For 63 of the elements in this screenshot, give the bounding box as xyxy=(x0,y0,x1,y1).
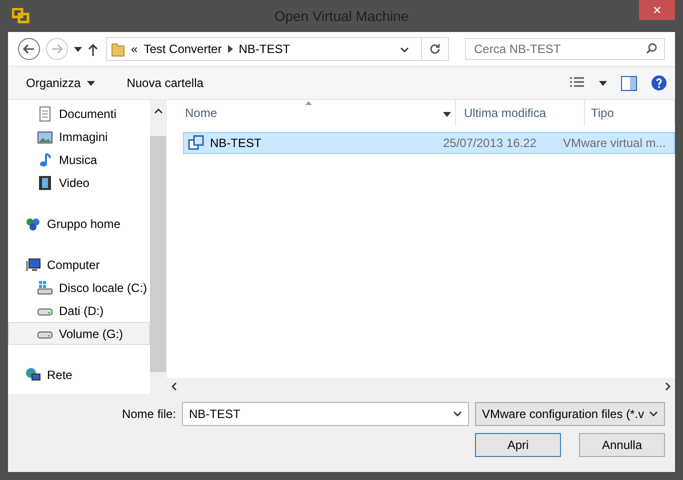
type-cell: VMware virtual m... xyxy=(563,136,666,150)
column-header[interactable]: Ultima modifica xyxy=(456,100,585,126)
back-button[interactable] xyxy=(18,38,40,60)
computer-icon xyxy=(25,256,41,272)
film-icon xyxy=(37,174,53,190)
caret-icon xyxy=(86,80,95,86)
caret-icon xyxy=(74,46,82,52)
cancel-button[interactable]: Annulla xyxy=(579,433,665,457)
breadcrumb[interactable]: Test Converter xyxy=(144,42,222,56)
file-type-dropdown[interactable]: VMware configuration files (*.v xyxy=(475,402,665,426)
date-cell-text: 25/07/2013 16.22 xyxy=(443,136,538,150)
document-icon xyxy=(37,106,53,122)
drive-icon xyxy=(37,280,53,296)
network-icon xyxy=(25,366,41,382)
chevron-down-icon xyxy=(400,47,409,53)
column-header[interactable]: Nome xyxy=(167,100,456,126)
file-name-field[interactable]: NB-TEST xyxy=(182,402,469,426)
preview-pane-icon[interactable] xyxy=(621,76,637,90)
sidebar-item[interactable]: Documenti xyxy=(8,102,150,125)
sidebar-item[interactable]: Gruppo home xyxy=(8,212,150,235)
sidebar-item[interactable]: Video xyxy=(8,171,150,194)
virtual-machine-icon xyxy=(188,135,204,151)
arrow-left-icon xyxy=(23,44,35,54)
sidebar-item[interactable]: Immagini xyxy=(8,125,150,148)
sidebar-item[interactable]: Dati (D:) xyxy=(8,299,150,322)
sidebar-item[interactable]: Volume (G:) xyxy=(8,322,150,345)
sidebar-item[interactable]: Computer xyxy=(8,253,150,276)
open-button[interactable]: Apri xyxy=(475,433,561,457)
toolbar-button[interactable]: Nuova cartella xyxy=(120,74,210,92)
sidebar-item[interactable]: Rete xyxy=(8,363,150,386)
search-icon xyxy=(646,43,657,54)
chevron-right-icon xyxy=(228,45,233,53)
chevron-down-icon xyxy=(649,411,658,417)
sidebar-item[interactable]: Musica xyxy=(8,148,150,171)
sort-caret-icon xyxy=(305,101,312,105)
sidebar-item[interactable]: Disco locale (C:) xyxy=(8,276,150,299)
homegroup-icon xyxy=(25,216,41,232)
file-name-label: Nome file: xyxy=(122,407,176,421)
breadcrumb-overflow[interactable]: « xyxy=(131,42,138,56)
address-bar[interactable]: « Test Converter NB-TEST xyxy=(106,37,449,61)
file-row[interactable]: NB-TEST 25/07/2013 16.22 VMware virtual m... xyxy=(183,132,675,154)
column-header[interactable]: Tipo xyxy=(585,100,675,126)
arrow-up-icon[interactable] xyxy=(88,42,98,56)
toolbar-button[interactable]: Organizza xyxy=(20,74,101,92)
app-logo-icon xyxy=(12,8,30,24)
folder-icon xyxy=(111,41,125,57)
vertical-scrollbar[interactable] xyxy=(150,100,166,394)
picture-icon xyxy=(37,128,53,144)
chevron-right-icon xyxy=(665,382,671,390)
file-name-cell: NB-TEST xyxy=(184,135,443,151)
caret-icon xyxy=(599,80,607,86)
view-list-icon[interactable] xyxy=(569,77,585,89)
refresh-icon[interactable] xyxy=(429,43,441,55)
search-field[interactable]: Cerca NB-TEST xyxy=(465,38,665,60)
chevron-left-icon xyxy=(171,382,177,390)
arrow-right-icon xyxy=(51,44,63,54)
caret-icon xyxy=(443,112,451,117)
chevron-down-icon xyxy=(453,411,462,417)
help-icon[interactable] xyxy=(651,75,667,91)
chevron-up-icon xyxy=(154,108,162,114)
breadcrumb[interactable]: NB-TEST xyxy=(238,42,290,56)
close-button[interactable]: ✕ xyxy=(639,0,675,20)
music-note-icon xyxy=(37,152,53,168)
